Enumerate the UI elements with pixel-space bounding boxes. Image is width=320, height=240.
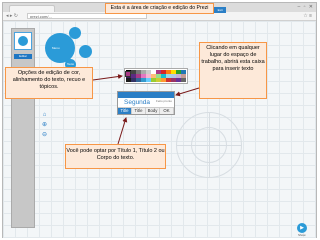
bookmark-menu-icon[interactable]: ☆ ≡: [303, 13, 312, 19]
nav-arrows-icon[interactable]: ◂ ▸ ↻: [6, 13, 18, 19]
style-title1-button[interactable]: Title: [118, 108, 132, 114]
bubble-small-top[interactable]: [69, 27, 81, 39]
browser-tab[interactable]: [9, 5, 55, 12]
annotation-title: Esta é a área de criação e edição do Pre…: [105, 3, 214, 14]
annotation-text-box: Clicando em qualquer lugar do espaço de …: [199, 42, 267, 99]
editor-text[interactable]: Segunda: [124, 99, 150, 106]
canvas-target-circle: [176, 112, 242, 178]
annotation-edit-options: Opções de edição de cor, alinhamento do …: [5, 67, 93, 99]
style-title2-button[interactable]: Title: [132, 108, 146, 114]
sidebar: Editar: [11, 28, 35, 228]
bubble-small-right[interactable]: [79, 45, 92, 58]
home-icon[interactable]: ⌂: [41, 112, 48, 119]
window-controls[interactable]: – ▫ ✕: [297, 4, 314, 10]
annotation-title-choice: Você pode optar por Título 1, Título 2 o…: [65, 144, 166, 169]
style-ok-button[interactable]: OK: [160, 108, 174, 114]
color-swatch[interactable]: [181, 78, 186, 82]
target-crosshair-v: [209, 113, 210, 177]
text-editor-box[interactable]: Segunda Feito pronto Title Title Body OK: [117, 91, 175, 115]
editor-toolbar: [118, 92, 174, 98]
zoom-out-icon[interactable]: ⊖: [41, 132, 48, 139]
thumbnail-circle-icon: [18, 36, 28, 46]
zoom-in-icon[interactable]: ⊕: [41, 122, 48, 129]
color-palette: [124, 68, 188, 84]
zoom-tools: ⌂ ⊕ ⊖: [41, 112, 49, 152]
slide-thumbnail[interactable]: [14, 32, 32, 50]
style-body-button[interactable]: Body: [146, 108, 160, 114]
text-style-row: Title Title Body OK: [118, 107, 174, 114]
swatch-grid: [126, 70, 186, 82]
browser-window: – ▫ ✕ ◂ ▸ ↻ prezi.com/... ☆ ≡ Editar Men…: [2, 2, 317, 238]
play-icon[interactable]: ▶: [297, 223, 307, 233]
bubble-label-text: Texto: [67, 62, 75, 66]
menu-item-exit[interactable]: Exit: [218, 8, 223, 12]
bubble-label-menu: Menu: [52, 46, 60, 50]
selected-color-swatch[interactable]: [125, 71, 131, 77]
edit-path-button[interactable]: Editar: [14, 54, 32, 59]
prezi-canvas[interactable]: Editar Menu Texto ⌂ ⊕ ⊖ ▶ Show: [3, 21, 316, 238]
play-label: Show: [298, 233, 306, 237]
editor-hint: Feito pronto: [155, 99, 172, 103]
